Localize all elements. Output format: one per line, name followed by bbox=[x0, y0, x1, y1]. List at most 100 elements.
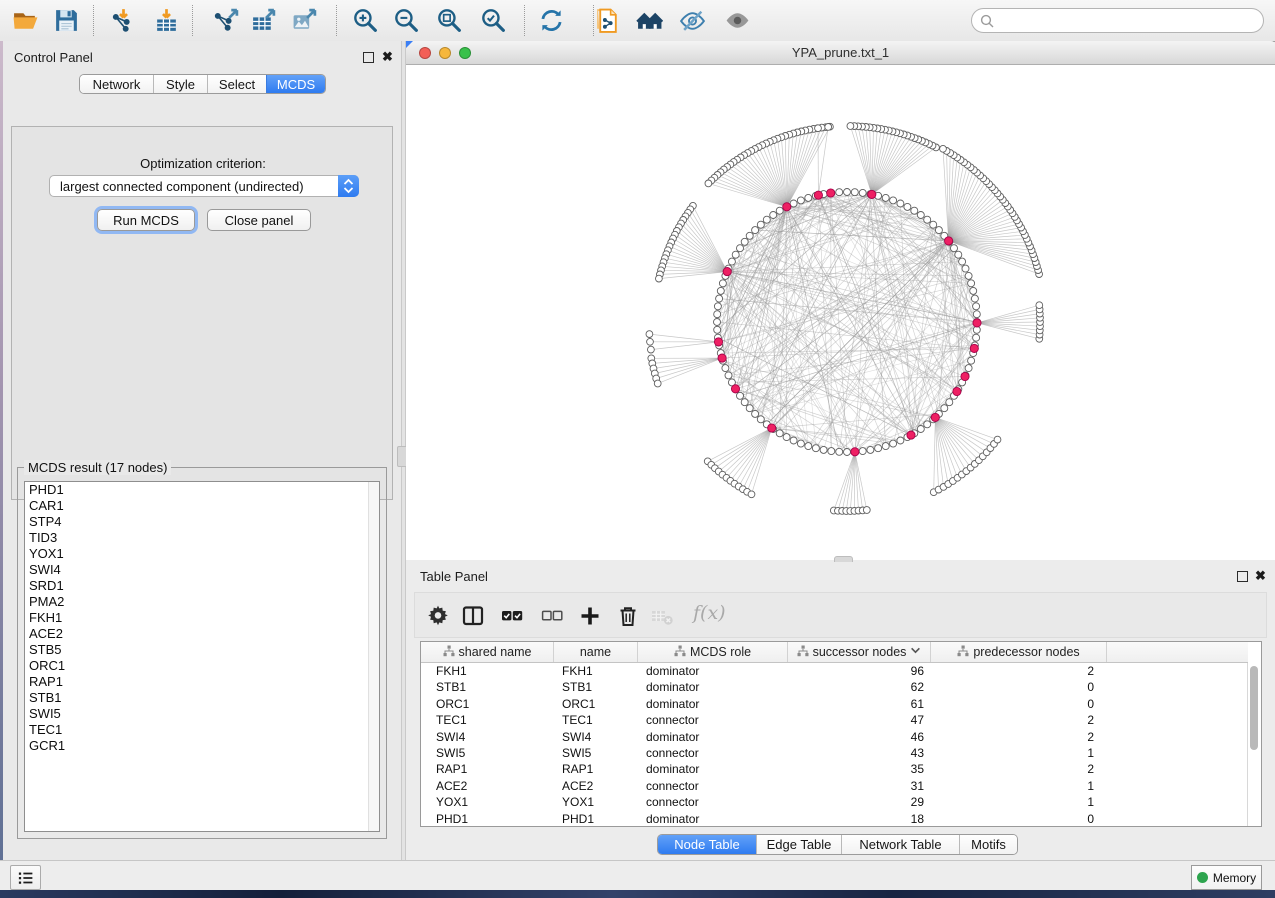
ring-node[interactable] bbox=[719, 280, 726, 287]
cell-predecessor-nodes[interactable]: 2 bbox=[931, 712, 1107, 729]
cell-MCDS-role[interactable]: dominator bbox=[638, 663, 788, 680]
mcds-result-item[interactable]: GCR1 bbox=[25, 738, 379, 754]
split-panel-icon[interactable] bbox=[461, 604, 485, 628]
cell-successor-nodes[interactable]: 35 bbox=[788, 761, 931, 778]
mcds-hub-node[interactable] bbox=[973, 319, 981, 327]
cell-successor-nodes[interactable]: 62 bbox=[788, 679, 931, 696]
ring-node[interactable] bbox=[741, 238, 748, 245]
table-row[interactable]: RAP1RAP1dominator352 bbox=[421, 761, 1248, 778]
ring-node[interactable] bbox=[973, 334, 980, 341]
table-scrollbar-thumb[interactable] bbox=[1250, 666, 1258, 750]
mcds-hub-node[interactable] bbox=[851, 448, 859, 456]
cell-successor-nodes[interactable]: 96 bbox=[788, 663, 931, 680]
cell-MCDS-role[interactable]: connector bbox=[638, 712, 788, 729]
mcds-hub-node[interactable] bbox=[714, 338, 722, 346]
column-header-MCDS-role[interactable]: MCDS role bbox=[638, 642, 788, 662]
ring-node[interactable] bbox=[924, 216, 931, 223]
mcds-result-item[interactable]: RAP1 bbox=[25, 674, 379, 690]
ring-node[interactable] bbox=[882, 194, 889, 201]
mcds-hub-node[interactable] bbox=[783, 203, 791, 211]
ring-node[interactable] bbox=[714, 319, 721, 326]
zoom-in-icon[interactable] bbox=[352, 7, 379, 34]
ring-node[interactable] bbox=[776, 207, 783, 214]
ring-node[interactable] bbox=[757, 416, 764, 423]
cell-successor-nodes[interactable]: 46 bbox=[788, 729, 931, 746]
table-row[interactable]: STB1STB1dominator620 bbox=[421, 679, 1248, 696]
ring-node[interactable] bbox=[917, 426, 924, 433]
import-network-icon[interactable] bbox=[110, 7, 137, 34]
cell-name[interactable]: STB1 bbox=[554, 679, 638, 696]
mcds-hub-node[interactable] bbox=[970, 344, 978, 352]
ring-node[interactable] bbox=[946, 399, 953, 406]
open-folder-icon[interactable] bbox=[12, 7, 39, 34]
ring-node[interactable] bbox=[890, 440, 897, 447]
cell-MCDS-role[interactable]: connector bbox=[638, 794, 788, 811]
close-table-panel-icon[interactable]: ✖ bbox=[1255, 570, 1266, 581]
leaf-node[interactable] bbox=[748, 491, 755, 498]
column-header-successor-nodes[interactable]: successor nodes bbox=[788, 642, 931, 662]
ring-node[interactable] bbox=[935, 227, 942, 234]
ring-node[interactable] bbox=[859, 189, 866, 196]
mcds-result-item[interactable]: TID3 bbox=[25, 530, 379, 546]
mcds-hub-node[interactable] bbox=[931, 413, 939, 421]
cell-name[interactable]: FKH1 bbox=[554, 663, 638, 680]
ring-node[interactable] bbox=[965, 365, 972, 372]
leaf-node[interactable] bbox=[656, 275, 663, 282]
table-row[interactable]: PHD1PHD1dominator180 bbox=[421, 811, 1248, 828]
home-network-icon[interactable] bbox=[636, 7, 663, 34]
ring-node[interactable] bbox=[757, 221, 764, 228]
ring-node[interactable] bbox=[714, 326, 721, 333]
ring-node[interactable] bbox=[805, 194, 812, 201]
ring-node[interactable] bbox=[875, 445, 882, 452]
ring-node[interactable] bbox=[836, 448, 843, 455]
close-window-icon[interactable] bbox=[419, 47, 431, 59]
ring-node[interactable] bbox=[904, 203, 911, 210]
zoom-selected-icon[interactable] bbox=[480, 7, 507, 34]
float-panel-icon[interactable] bbox=[363, 52, 374, 63]
cell-predecessor-nodes[interactable]: 2 bbox=[931, 761, 1107, 778]
ring-node[interactable] bbox=[783, 434, 790, 441]
settings-gear-icon[interactable] bbox=[426, 604, 450, 628]
table-row[interactable]: SWI4SWI4dominator462 bbox=[421, 729, 1248, 746]
cell-name[interactable]: ACE2 bbox=[554, 778, 638, 795]
mcds-hub-node[interactable] bbox=[768, 424, 776, 432]
run-mcds-button[interactable]: Run MCDS bbox=[97, 209, 195, 231]
ring-node[interactable] bbox=[728, 258, 735, 265]
cell-shared-name[interactable]: RAP1 bbox=[421, 761, 554, 778]
ring-node[interactable] bbox=[725, 372, 732, 379]
ring-node[interactable] bbox=[955, 251, 962, 258]
add-column-icon[interactable] bbox=[578, 604, 602, 628]
mcds-result-item[interactable]: SRD1 bbox=[25, 578, 379, 594]
delete-column-icon[interactable] bbox=[616, 604, 640, 628]
cell-name[interactable]: PHD1 bbox=[554, 811, 638, 828]
cell-successor-nodes[interactable]: 47 bbox=[788, 712, 931, 729]
mcds-hub-node[interactable] bbox=[827, 189, 835, 197]
zoom-fit-icon[interactable] bbox=[436, 7, 463, 34]
ring-node[interactable] bbox=[828, 448, 835, 455]
panel-list-button[interactable] bbox=[10, 865, 41, 890]
ring-node[interactable] bbox=[971, 295, 978, 302]
cell-predecessor-nodes[interactable]: 1 bbox=[931, 778, 1107, 795]
column-header-shared-name[interactable]: shared name bbox=[421, 642, 554, 662]
leaf-node[interactable] bbox=[1036, 302, 1043, 309]
mcds-hub-node[interactable] bbox=[718, 354, 726, 362]
ring-node[interactable] bbox=[844, 189, 851, 196]
close-panel-button[interactable]: Close panel bbox=[207, 209, 311, 231]
tab-edge-table[interactable]: Edge Table bbox=[756, 835, 841, 854]
table-row[interactable]: YOX1YOX1connector291 bbox=[421, 794, 1248, 811]
cell-MCDS-role[interactable]: dominator bbox=[638, 729, 788, 746]
mcds-result-list[interactable]: PHD1CAR1STP4TID3YOX1SWI4SRD1PMA2FKH1ACE2… bbox=[24, 481, 380, 832]
cell-MCDS-role[interactable]: dominator bbox=[638, 811, 788, 828]
ring-node[interactable] bbox=[941, 405, 948, 412]
node-table[interactable]: shared namenameMCDS rolesuccessor nodesp… bbox=[420, 641, 1262, 827]
cell-predecessor-nodes[interactable]: 0 bbox=[931, 679, 1107, 696]
mcds-result-item[interactable]: PMA2 bbox=[25, 594, 379, 610]
table-row[interactable]: FKH1FKH1dominator962 bbox=[421, 663, 1248, 680]
close-panel-icon[interactable]: ✖ bbox=[382, 51, 393, 62]
mcds-hub-node[interactable] bbox=[868, 190, 876, 198]
ring-node[interactable] bbox=[897, 437, 904, 444]
leaf-node[interactable] bbox=[654, 380, 661, 387]
ring-node[interactable] bbox=[970, 287, 977, 294]
mcds-hub-node[interactable] bbox=[907, 431, 915, 439]
ring-node[interactable] bbox=[776, 430, 783, 437]
